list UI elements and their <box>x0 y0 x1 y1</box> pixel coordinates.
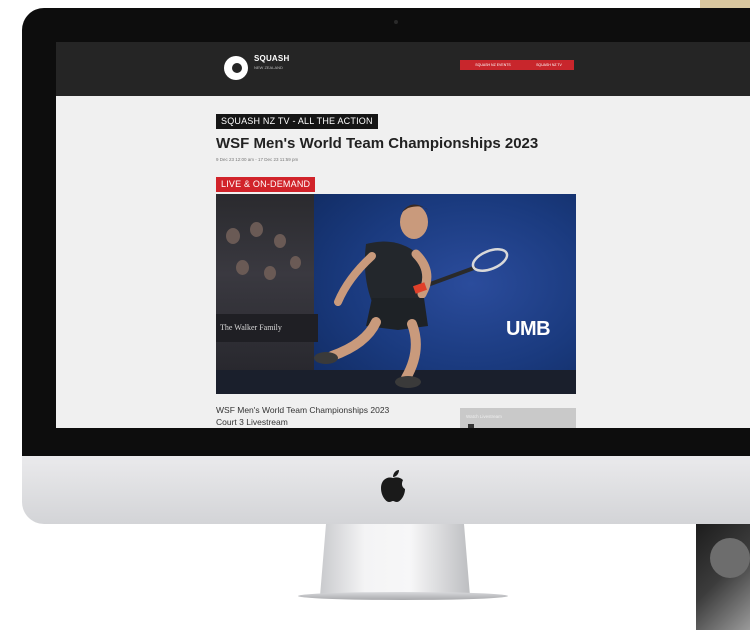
nav-button-events[interactable]: SQUASH NZ EVENTS <box>460 60 526 70</box>
site-header: SQUASH NEW ZEALAND SQUASH NZ EVENTS SQUA… <box>56 42 750 96</box>
squash-player-figure <box>314 204 509 388</box>
camera-icon <box>394 20 398 24</box>
monitor-screen: SQUASH NEW ZEALAND SQUASH NZ EVENTS SQUA… <box>56 42 750 428</box>
stream-title-line: WSF Men's World Team Championships 2023 <box>216 405 390 415</box>
nav-button-tv[interactable]: SQUASH NZ TV <box>524 60 574 70</box>
logo-text: SQUASH <box>254 54 290 63</box>
apple-logo-icon <box>381 470 405 502</box>
monitor-stand-neck <box>320 524 470 596</box>
stream-title[interactable]: WSF Men's World Team Championships 2023 … <box>216 404 456 428</box>
side-card[interactable]: Watch Livestream <box>460 408 576 428</box>
play-icon <box>468 424 474 428</box>
background-photo <box>696 520 750 630</box>
logo-subtext: NEW ZEALAND <box>254 65 283 70</box>
monitor-stand-base <box>298 592 508 600</box>
side-card-text: Watch Livestream <box>466 414 502 419</box>
logo-mark-icon <box>224 56 248 80</box>
live-badge: LIVE & ON-DEMAND <box>216 177 316 192</box>
section-label: SQUASH NZ TV - ALL THE ACTION <box>216 114 378 129</box>
stream-subtitle-line: Court 3 Livestream <box>216 417 288 427</box>
video-player[interactable]: The Walker Family UMB <box>216 194 576 394</box>
event-dates: 9 Dec 23 12:00 am - 17 Dec 23 11:59 pm <box>216 157 299 162</box>
page-title: WSF Men's World Team Championships 2023 <box>216 135 539 152</box>
squash-nz-logo[interactable]: SQUASH NEW ZEALAND <box>224 52 314 86</box>
